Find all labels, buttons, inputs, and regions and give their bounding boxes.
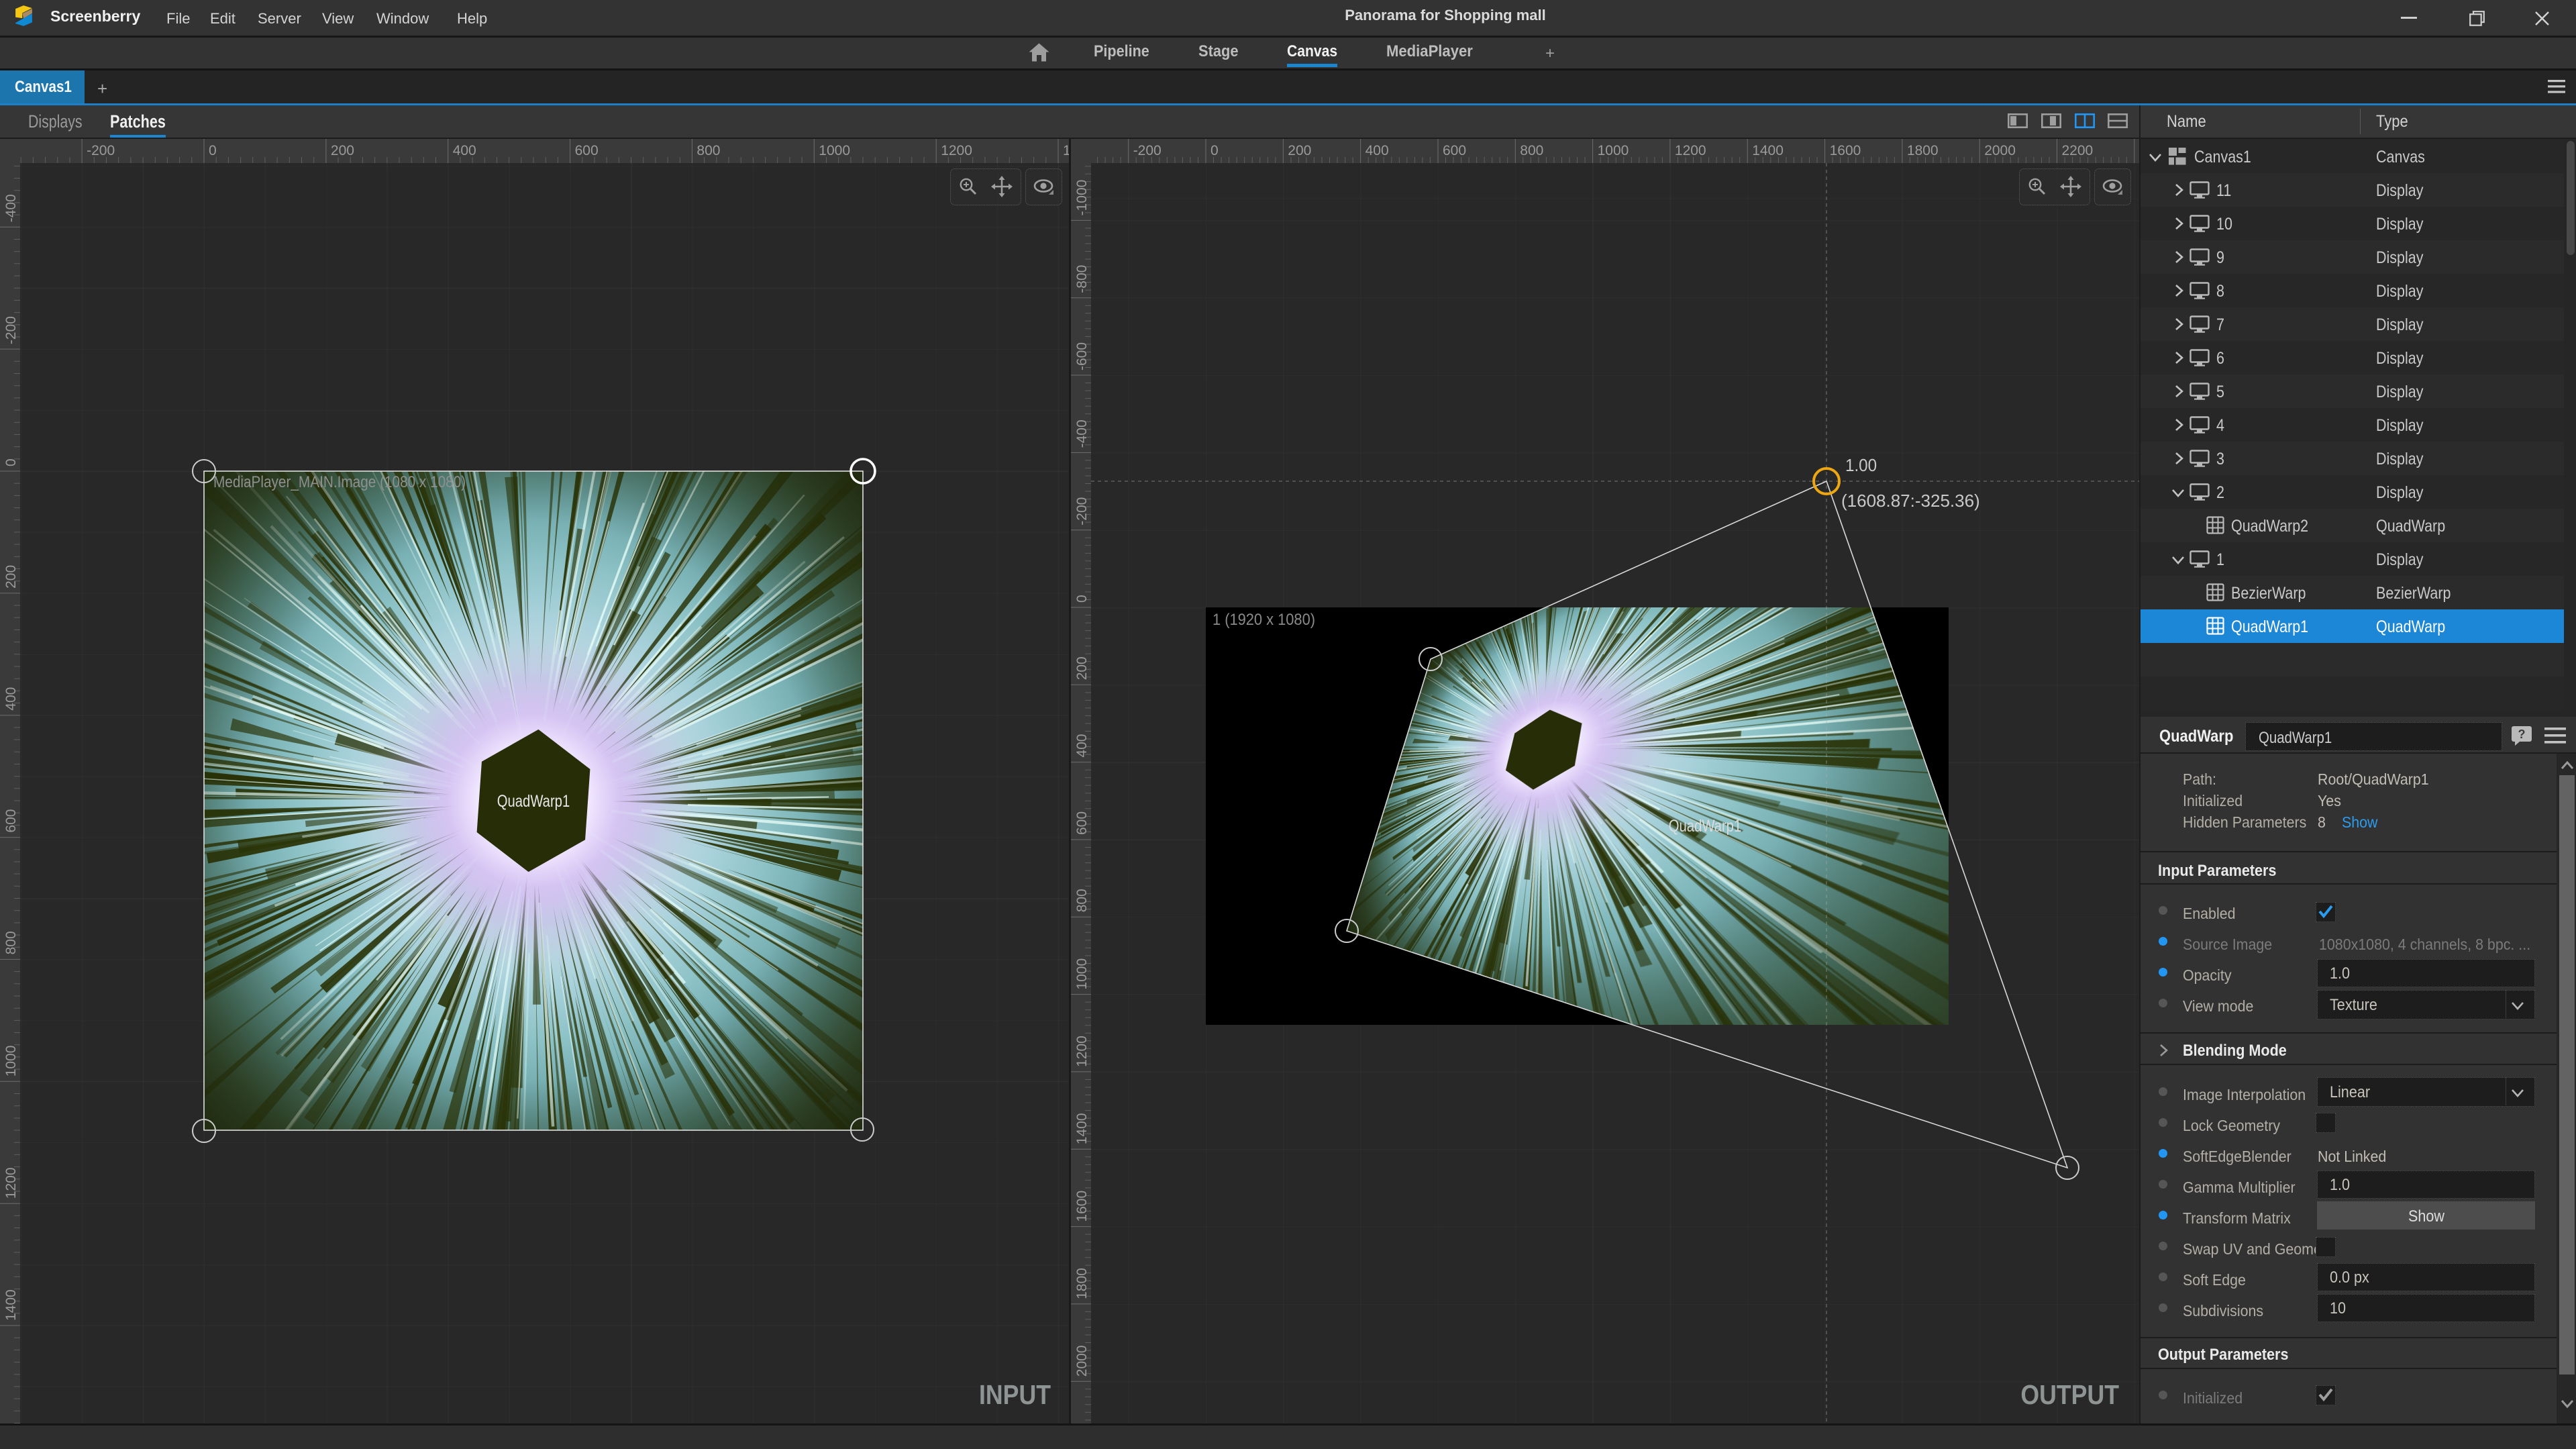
svg-text:1800: 1800 bbox=[1907, 143, 1939, 158]
svg-text:200: 200 bbox=[331, 143, 354, 158]
svg-text:1200: 1200 bbox=[1675, 143, 1706, 158]
svg-text:1400: 1400 bbox=[1752, 143, 1784, 158]
svg-text:2200: 2200 bbox=[2062, 143, 2094, 158]
svg-text:600: 600 bbox=[575, 143, 599, 158]
svg-text:0: 0 bbox=[209, 143, 217, 158]
svg-text:0: 0 bbox=[1210, 143, 1219, 158]
svg-text:400: 400 bbox=[453, 143, 476, 158]
svg-text:-200: -200 bbox=[1133, 143, 1162, 158]
svg-text:1600: 1600 bbox=[1830, 143, 1861, 158]
svg-text:800: 800 bbox=[697, 143, 720, 158]
svg-text:?: ? bbox=[2518, 728, 2526, 741]
svg-text:400: 400 bbox=[1366, 143, 1389, 158]
svg-text:1000: 1000 bbox=[819, 143, 850, 158]
svg-text:-200: -200 bbox=[87, 143, 115, 158]
svg-text:1400: 1400 bbox=[1063, 143, 1069, 158]
svg-text:600: 600 bbox=[1443, 143, 1466, 158]
svg-text:1200: 1200 bbox=[941, 143, 972, 158]
svg-text:1000: 1000 bbox=[1598, 143, 1629, 158]
svg-text:200: 200 bbox=[1288, 143, 1311, 158]
svg-text:2000: 2000 bbox=[1984, 143, 2016, 158]
svg-text:800: 800 bbox=[1520, 143, 1543, 158]
